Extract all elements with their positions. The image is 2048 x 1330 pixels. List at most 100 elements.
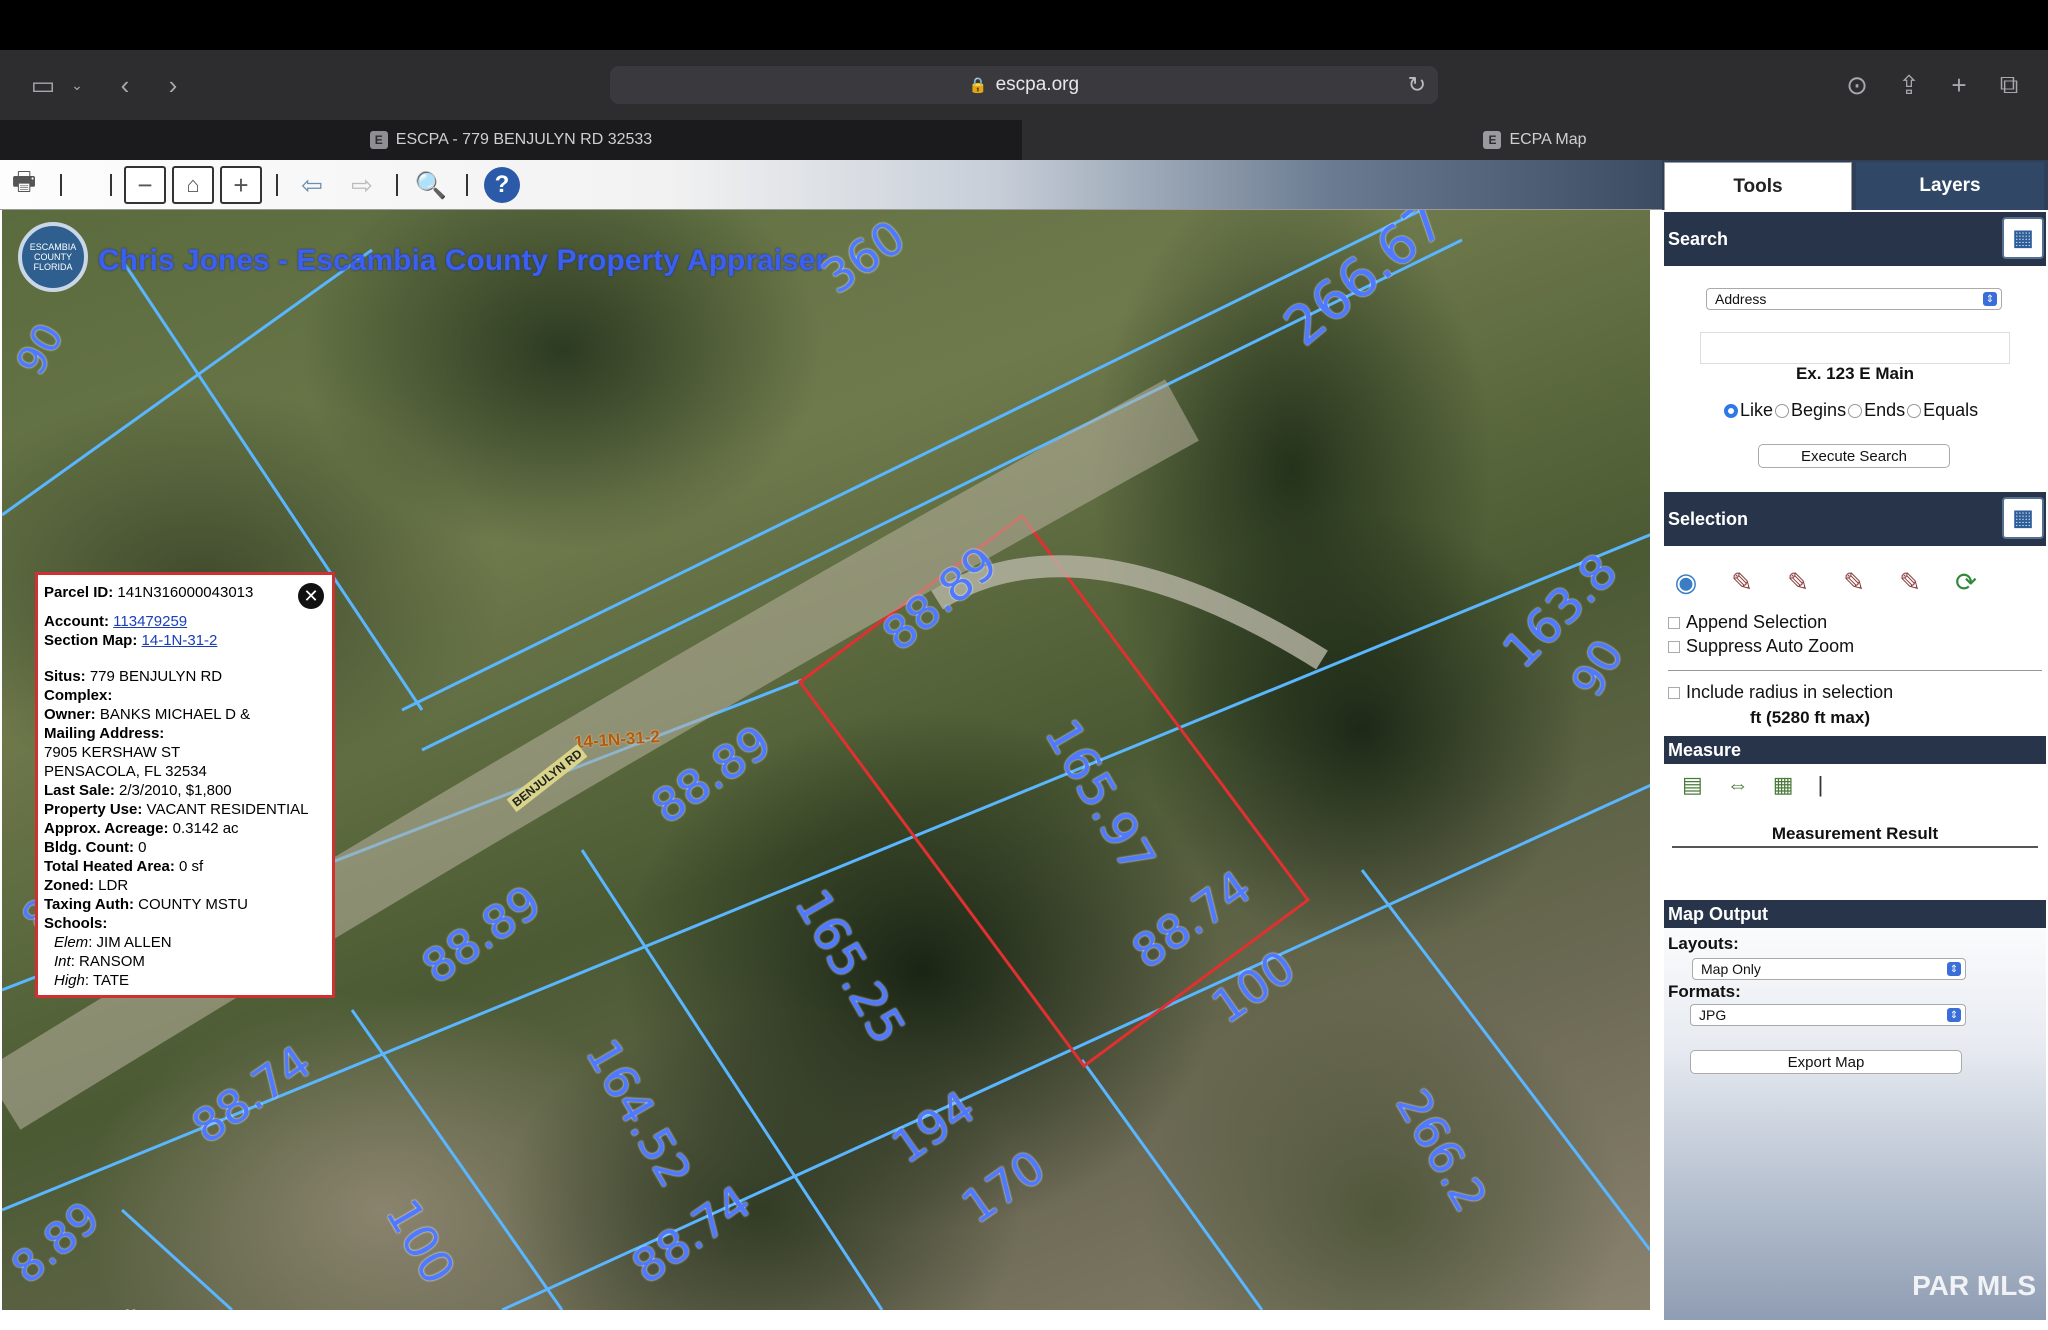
radio-begins[interactable]: Begins	[1775, 400, 1846, 421]
radio-like[interactable]: Like	[1724, 400, 1773, 421]
url-text: escpa.org	[995, 74, 1080, 95]
reload-icon[interactable]: ↻	[1408, 72, 1426, 98]
zoom-in-icon[interactable]: +	[220, 166, 262, 204]
toolbar-separator	[396, 174, 398, 196]
chevron-down-icon: ⇕	[1947, 1008, 1961, 1022]
zoom-out-icon[interactable]: −	[124, 166, 166, 204]
download-icon[interactable]: ⊙	[1842, 68, 1872, 102]
divider	[1672, 846, 2038, 848]
execute-search-button[interactable]: Execute Search	[1758, 444, 1950, 468]
pencil-point-icon[interactable]: ✎	[1724, 564, 1760, 600]
map-toolbar: 🖶 − ⌂ + ⇦ ⇨ 🔍 ?	[0, 160, 1662, 210]
radio-ends[interactable]: Ends	[1848, 400, 1905, 421]
mailing-line-1: 7905 KERSHAW ST	[44, 744, 181, 761]
globe-select-icon[interactable]: ◉	[1668, 564, 1704, 600]
share-icon[interactable]: ⇪	[1894, 68, 1924, 102]
pencil-freehand-icon[interactable]: ✎	[1892, 564, 1928, 600]
zoned-value: LDR	[98, 877, 129, 894]
section-map-link[interactable]: 14-1N-31-2	[142, 632, 218, 649]
tab-overview-icon[interactable]: ⧉	[1994, 68, 2024, 102]
mls-watermark: PAR MLS	[1912, 1270, 2036, 1301]
map-output-title: Map Output	[1668, 903, 1768, 924]
chevron-down-icon[interactable]: ⌄	[68, 68, 86, 102]
situs-label: Situs:	[44, 668, 86, 685]
back-icon[interactable]: ‹	[112, 68, 138, 102]
tab-bar: E ESCPA - 779 BENJULYN RD 32533 E ECPA M…	[0, 120, 2048, 160]
radio-equals[interactable]: Equals	[1907, 400, 1978, 421]
account-link[interactable]: 113479259	[113, 613, 187, 630]
parcel-info-popup: ✕ Parcel ID: 141N316000043013 Account: 1…	[35, 572, 335, 998]
address-bar[interactable]: 🔒 escpa.org ↻	[610, 66, 1438, 104]
tab-escpa[interactable]: E ESCPA - 779 BENJULYN RD 32533	[0, 120, 1022, 160]
complex-label: Complex:	[44, 687, 113, 704]
layout-select[interactable]: Map Only ⇕	[1692, 958, 1966, 980]
tab-ecpa-map[interactable]: E ECPA Map	[1022, 120, 2048, 160]
search-example: Ex. 123 E Main	[1795, 364, 1915, 383]
pencil-line-icon[interactable]: ✎	[1780, 564, 1816, 600]
forward-icon[interactable]: ›	[160, 68, 186, 102]
schools-label: Schools:	[44, 915, 108, 932]
tab-layers[interactable]: Layers	[1856, 162, 2044, 210]
app: 🖶 − ⌂ + ⇦ ⇨ 🔍 ? ESCAMBIA COUNTY FLORIDA …	[0, 160, 2048, 1330]
divider	[1668, 670, 2042, 671]
tab-favicon: E	[369, 131, 388, 149]
zoned-label: Zoned:	[44, 877, 94, 894]
measure-area-icon[interactable]: ▤	[1682, 772, 1703, 798]
sidebar-toggle-icon[interactable]: ▭	[26, 68, 60, 102]
search-title: Search	[1668, 228, 1729, 249]
pencil-polygon-icon[interactable]: ✎	[1836, 564, 1872, 600]
acreage-value: 0.3142 ac	[172, 820, 239, 837]
toolbar-separator	[60, 174, 62, 196]
taxing-value: COUNTY MSTU	[138, 896, 248, 913]
search-type-select[interactable]: Address ⇕	[1706, 288, 2002, 310]
help-icon[interactable]: ?	[484, 167, 520, 203]
close-icon[interactable]: ✕	[298, 583, 324, 609]
new-tab-icon[interactable]: +	[1944, 68, 1974, 102]
next-extent-icon[interactable]: ⇨	[346, 166, 378, 204]
map-output-header: Map Output	[1664, 900, 2046, 928]
county-seal-logo: ESCAMBIA COUNTY FLORIDA	[18, 222, 88, 292]
grid-table-icon[interactable]: ▦	[2002, 217, 2044, 259]
export-map-button[interactable]: Export Map	[1690, 1050, 1962, 1074]
mailing-line-2: PENSACOLA, FL 32534	[44, 763, 207, 780]
include-radius-checkbox[interactable]: Include radius in selection	[1668, 682, 1893, 703]
measure-point-icon[interactable]: ▦	[1773, 772, 1794, 798]
grid-table-icon[interactable]: ▦	[2002, 497, 2044, 539]
search-input[interactable]	[1700, 332, 2010, 364]
toolbar-separator	[466, 174, 468, 196]
map-canvas[interactable]: ESCAMBIA COUNTY FLORIDA Chris Jones - Es…	[2, 210, 1650, 1310]
last-sale-value: 2/3/2010, $1,800	[119, 782, 232, 799]
owner-value: BANKS MICHAEL D &	[99, 706, 251, 723]
map-title: Chris Jones - Escambia County Property A…	[98, 244, 828, 277]
panel-tabs: Tools Layers	[1662, 160, 2048, 210]
suppress-zoom-checkbox[interactable]: Suppress Auto Zoom	[1668, 636, 1854, 657]
identify-icon[interactable]: 🔍	[410, 166, 452, 204]
parcel-id-label: Parcel ID:	[44, 584, 114, 601]
property-use-value: VACANT RESIDENTIAL	[146, 801, 309, 818]
bldg-count-label: Bldg. Count:	[44, 839, 134, 856]
int-label: Int	[54, 953, 71, 970]
chevron-down-icon: ⇕	[1983, 292, 1997, 306]
elem-label: Elem	[54, 934, 89, 951]
measure-distance-icon[interactable]: ⇔	[1727, 772, 1749, 798]
previous-extent-icon[interactable]: ⇦	[296, 166, 328, 204]
tab-tools[interactable]: Tools	[1664, 162, 1852, 210]
int-value: RANSOM	[79, 953, 145, 970]
search-type-value: Address	[1715, 291, 1767, 307]
measure-header: Measure	[1664, 736, 2046, 764]
selection-title: Selection	[1668, 508, 1749, 529]
clear-selection-icon[interactable]: ⟳	[1948, 564, 1984, 600]
format-select[interactable]: JPG ⇕	[1690, 1004, 1966, 1026]
layouts-label: Layouts:	[1668, 934, 1739, 953]
parcel-id: 141N316000043013	[117, 584, 254, 601]
home-icon[interactable]: ⌂	[172, 166, 214, 204]
chevron-down-icon: ⇕	[1947, 962, 1961, 976]
heated-area-value: 0 sf	[179, 858, 204, 875]
print-icon[interactable]: 🖶	[8, 166, 40, 204]
high-value: TATE	[92, 972, 130, 989]
append-selection-checkbox[interactable]: Append Selection	[1668, 612, 1827, 633]
tab-label: ESCPA - 779 BENJULYN RD 32533	[395, 131, 653, 148]
account-label: Account:	[44, 613, 109, 630]
toolbar-separator	[110, 174, 112, 196]
owner-label: Owner:	[44, 706, 96, 723]
